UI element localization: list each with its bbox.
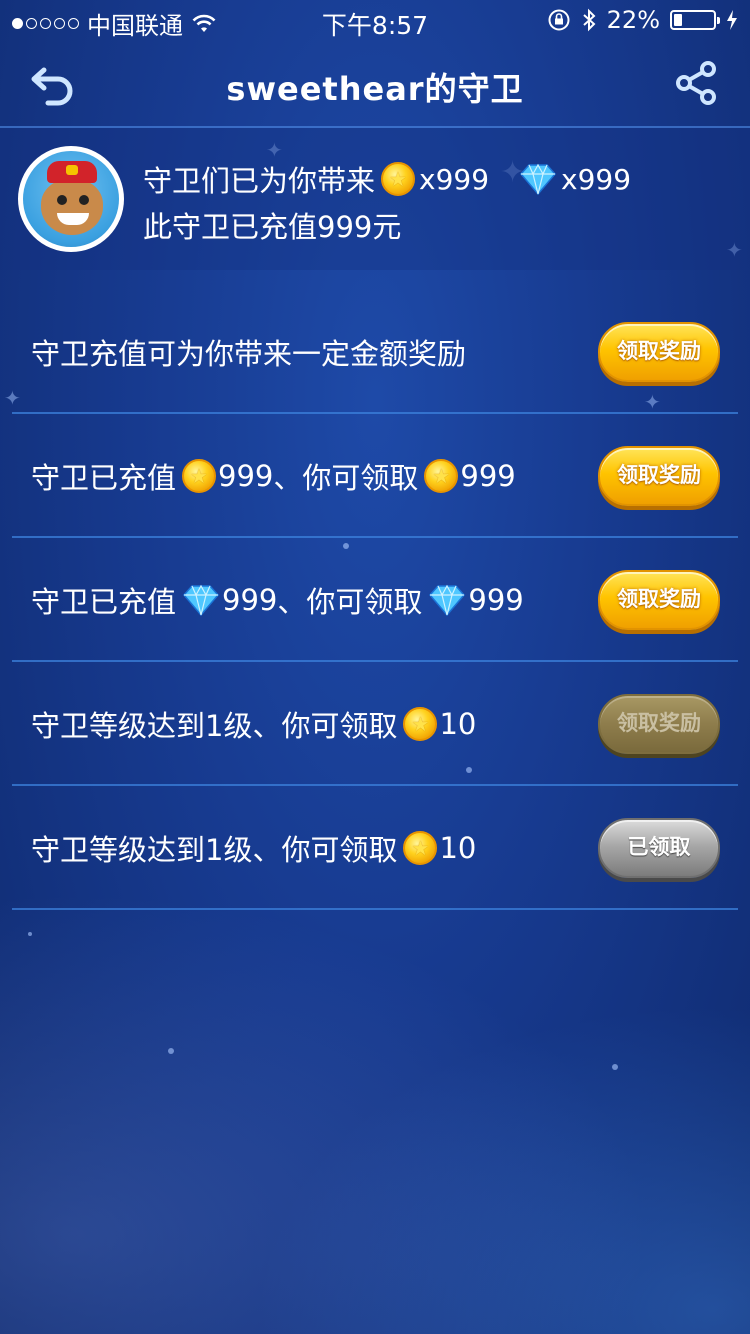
reward-condition: 守卫已充值	[31, 585, 177, 619]
decor-sparkle	[28, 932, 32, 936]
diamond-icon	[429, 584, 466, 617]
diamond-icon	[183, 584, 220, 617]
coin-icon	[424, 459, 459, 493]
page-title: sweethear的守卫	[226, 70, 524, 108]
coin-amount: x999	[419, 162, 490, 196]
reward-connector: 、你可领取	[273, 461, 419, 495]
coin-icon	[403, 831, 438, 865]
rewards-summary-label: 守卫们已为你带来	[143, 164, 376, 198]
reward-list: 守卫充值可为你带来一定金额奖励 领取奖励 守卫已充值 999 、你可领取 999…	[12, 290, 738, 910]
battery-percent: 22%	[606, 6, 660, 34]
reward-amount: 999	[468, 583, 524, 617]
recharge-amount: 999	[222, 583, 278, 617]
recharge-amount: 999	[218, 459, 274, 493]
reward-condition: 守卫等级达到1级、你可领取	[31, 833, 398, 867]
battery-icon	[670, 10, 720, 30]
reward-amount: 10	[439, 831, 477, 865]
reward-condition: 守卫已充值	[31, 461, 177, 495]
rewards-summary: 守卫们已为你带来 x999 x999	[143, 158, 633, 200]
decor-sparkle	[168, 1048, 174, 1054]
share-icon[interactable]	[674, 60, 720, 106]
coin-icon	[403, 707, 438, 741]
list-item: 守卫已充值 999 、你可领取 999 领取奖励	[12, 538, 738, 662]
bluetooth-icon	[582, 8, 596, 32]
diamond-amount: x999	[561, 162, 632, 196]
charging-icon	[727, 10, 737, 30]
coin-icon	[381, 162, 416, 196]
claim-reward-button[interactable]: 领取奖励	[598, 446, 720, 506]
reward-description: 守卫等级达到1级、你可领取 10	[31, 786, 476, 910]
reward-condition: 守卫等级达到1级、你可领取	[31, 709, 398, 743]
status-right: 22%	[547, 6, 738, 34]
avatar[interactable]	[18, 146, 124, 252]
coin-icon	[182, 459, 217, 493]
reward-amount: 999	[460, 459, 516, 493]
claimed-button[interactable]: 已领取	[598, 818, 720, 878]
diamond-icon	[520, 163, 557, 196]
guardian-summary: 守卫们已为你带来 x999 x999 此守卫已充值999元	[0, 128, 750, 270]
avatar-image	[23, 151, 119, 247]
battery-level	[674, 14, 683, 26]
reward-description: 守卫已充值 999 、你可领取 999	[31, 414, 516, 538]
recharge-total: 此守卫已充值999元	[143, 210, 402, 244]
nav-bar: sweethear的守卫	[0, 40, 750, 128]
list-item: 守卫充值可为你带来一定金额奖励 领取奖励	[12, 290, 738, 414]
reward-connector: 、你可领取	[277, 585, 423, 619]
decor-sparkle	[612, 1064, 618, 1070]
reward-description: 守卫已充值 999 、你可领取 999	[31, 538, 524, 662]
orientation-lock-icon	[548, 9, 570, 31]
reward-description: 守卫充值可为你带来一定金额奖励	[31, 337, 467, 371]
claim-reward-button-disabled[interactable]: 领取奖励	[598, 694, 720, 754]
claim-reward-button[interactable]: 领取奖励	[598, 570, 720, 630]
claim-reward-button[interactable]: 领取奖励	[598, 322, 720, 382]
list-item: 守卫等级达到1级、你可领取 10 已领取	[12, 786, 738, 910]
reward-amount: 10	[439, 707, 477, 741]
list-item: 守卫已充值 999 、你可领取 999 领取奖励	[12, 414, 738, 538]
list-item: 守卫等级达到1级、你可领取 10 领取奖励	[12, 662, 738, 786]
status-bar: 中国联通 下午8:57 22%	[0, 0, 750, 40]
reward-description: 守卫等级达到1级、你可领取 10	[31, 662, 476, 786]
